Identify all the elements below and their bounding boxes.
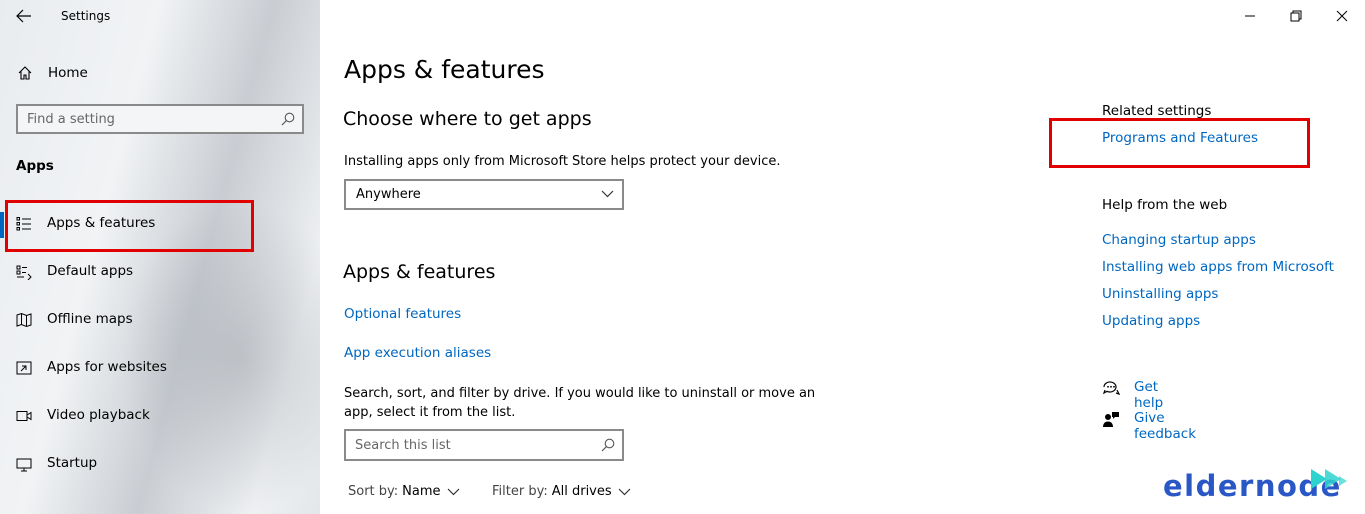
close-button[interactable]: [1319, 0, 1365, 32]
programs-and-features-link[interactable]: Programs and Features: [1102, 130, 1258, 146]
close-icon: [1336, 10, 1348, 22]
app-execution-aliases-link[interactable]: App execution aliases: [344, 345, 491, 361]
search-icon[interactable]: [600, 437, 616, 453]
search-list-input[interactable]: [355, 436, 585, 454]
give-feedback-link[interactable]: Give feedback: [1134, 410, 1196, 442]
sidebar-item-label: Startup: [47, 455, 98, 471]
back-button[interactable]: [10, 4, 38, 28]
search-sort-description: Search, sort, and filter by drive. If yo…: [344, 384, 815, 422]
web-app-icon: [16, 361, 32, 375]
updating-apps-link[interactable]: Updating apps: [1102, 313, 1200, 329]
app-source-dropdown[interactable]: Anywhere: [344, 179, 624, 210]
title-bar: Settings: [0, 0, 320, 34]
video-icon: [16, 411, 32, 421]
sidebar-item-default-apps[interactable]: Default apps: [0, 252, 320, 292]
sidebar-section-label: Apps: [16, 158, 54, 174]
list-icon: [16, 217, 31, 231]
window-title: Settings: [61, 9, 111, 23]
search-list-box[interactable]: [344, 429, 624, 461]
sidebar-item-label: Home: [48, 65, 88, 81]
chat-help-icon: [1102, 381, 1120, 395]
window-controls: [1227, 0, 1365, 32]
help-from-web-title: Help from the web: [1102, 197, 1228, 213]
installing-web-apps-link[interactable]: Installing web apps from Microsoft: [1102, 259, 1334, 275]
sidebar-item-apps-features[interactable]: Apps & features: [0, 204, 320, 244]
startup-icon: [16, 458, 32, 472]
sidebar-item-home[interactable]: Home: [0, 58, 320, 88]
filter-label: Filter by:: [492, 484, 548, 499]
back-arrow-icon: [16, 9, 31, 23]
minimize-icon: [1245, 15, 1255, 17]
changing-startup-apps-link[interactable]: Changing startup apps: [1102, 232, 1256, 248]
sidebar: Settings Home Apps Apps & features Defau…: [0, 0, 320, 514]
chevron-down-icon: [601, 190, 614, 198]
sort-label: Sort by:: [348, 484, 399, 499]
sidebar-item-video-playback[interactable]: Video playback: [0, 396, 320, 436]
home-icon: [18, 66, 32, 80]
chevron-down-icon: [447, 488, 459, 495]
eldernode-logo-graphic: eldernode: [1163, 469, 1347, 503]
default-apps-icon: [16, 265, 32, 280]
eldernode-logo: eldernode: [1163, 463, 1363, 503]
optional-features-link[interactable]: Optional features: [344, 306, 461, 322]
filter-by-dropdown[interactable]: Filter by: All drives: [492, 484, 631, 499]
main-content: Apps & features Choose where to get apps…: [320, 0, 1365, 514]
get-help-link[interactable]: Get help: [1134, 379, 1163, 411]
sidebar-item-label: Apps for websites: [47, 359, 167, 375]
sidebar-item-offline-maps[interactable]: Offline maps: [0, 300, 320, 340]
sort-by-dropdown[interactable]: Sort by: Name: [348, 484, 460, 499]
choose-apps-description: Installing apps only from Microsoft Stor…: [344, 154, 781, 169]
apps-features-heading: Apps & features: [343, 261, 496, 283]
sidebar-item-label: Default apps: [47, 263, 134, 279]
find-setting-input[interactable]: [27, 110, 267, 128]
sort-value: Name: [402, 484, 441, 499]
uninstalling-apps-link[interactable]: Uninstalling apps: [1102, 286, 1218, 302]
sidebar-item-label: Video playback: [47, 407, 150, 423]
sidebar-item-startup[interactable]: Startup: [0, 444, 320, 484]
sidebar-item-label: Offline maps: [47, 311, 133, 327]
search-icon[interactable]: [280, 111, 296, 127]
map-icon: [16, 312, 32, 328]
filter-value: All drives: [551, 484, 612, 499]
chevron-down-icon: [618, 488, 631, 495]
minimize-button[interactable]: [1227, 0, 1273, 32]
page-title: Apps & features: [344, 55, 545, 84]
description-line: Search, sort, and filter by drive. If yo…: [344, 386, 816, 401]
find-setting-search[interactable]: [16, 104, 304, 134]
restore-icon: [1290, 10, 1302, 22]
related-settings-title: Related settings: [1102, 103, 1212, 119]
sidebar-item-apps-for-websites[interactable]: Apps for websites: [0, 348, 320, 388]
feedback-person-icon: [1103, 412, 1119, 427]
dropdown-value: Anywhere: [356, 187, 421, 202]
restore-button[interactable]: [1273, 0, 1319, 32]
description-line: app, select it from the list.: [344, 405, 516, 420]
choose-apps-heading: Choose where to get apps: [343, 108, 592, 130]
sidebar-item-label: Apps & features: [47, 215, 156, 231]
